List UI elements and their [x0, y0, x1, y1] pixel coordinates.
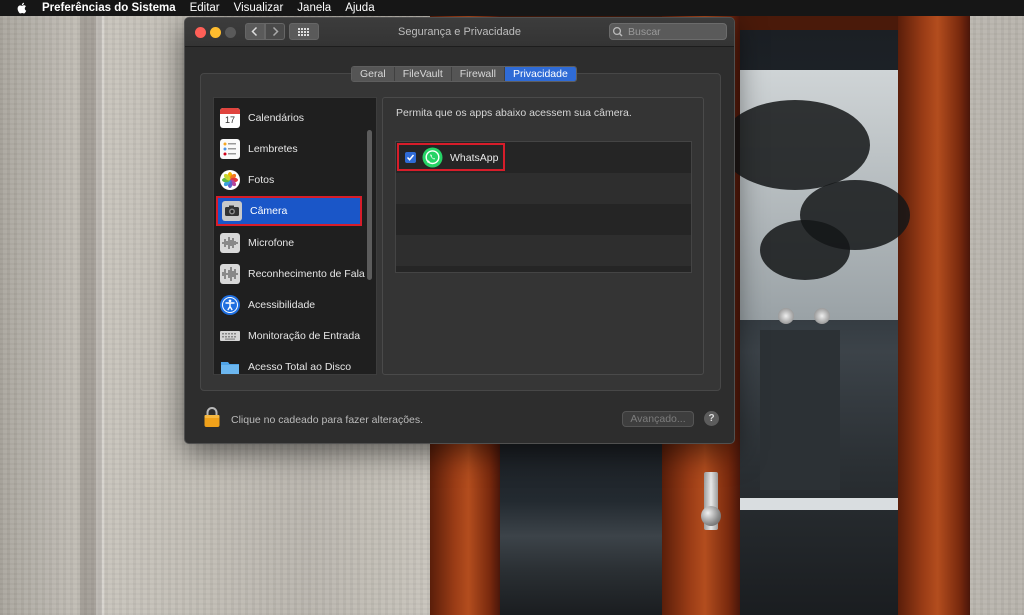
keyboard-icon — [220, 326, 240, 346]
sidebar-item-lembretes[interactable]: Lembretes — [214, 134, 364, 164]
sidebar-item-fotos[interactable]: Fotos — [214, 165, 364, 195]
camera-icon — [222, 201, 242, 221]
privacy-category-list[interactable]: 17 Calendários Lembretes Fotos Câmera Mi… — [213, 97, 377, 375]
sidebar-item-label: Fotos — [248, 174, 275, 186]
calendar-day: 17 — [224, 115, 235, 125]
sidebar-item-label: Reconhecimento de Fala — [248, 268, 365, 280]
microphone-icon — [220, 233, 240, 253]
sidebar-scrollbar[interactable] — [367, 130, 372, 280]
sidebar-item-calendarios[interactable]: 17 Calendários — [214, 103, 364, 133]
tab-filevault[interactable]: FileVault — [393, 67, 451, 81]
apple-logo-icon[interactable] — [14, 1, 30, 15]
grid-icon — [298, 28, 309, 36]
menu-visualizar[interactable]: Visualizar — [234, 2, 284, 14]
tab-firewall[interactable]: Firewall — [450, 67, 504, 81]
app-row-whatsapp[interactable]: WhatsApp — [396, 142, 691, 173]
advanced-button[interactable]: Avançado... — [622, 411, 694, 427]
tab-privacidade[interactable]: Privacidade — [503, 67, 576, 81]
calendar-icon: 17 — [220, 108, 240, 128]
permission-description: Permita que os apps abaixo acessem sua c… — [396, 107, 632, 119]
menu-bar: Preferências do Sistema Editar Visualiza… — [0, 0, 1024, 16]
empty-row — [396, 204, 691, 235]
sidebar-item-camera[interactable]: Câmera — [216, 196, 362, 226]
folder-icon — [220, 357, 240, 374]
chevron-left-icon — [251, 26, 258, 37]
search-field[interactable] — [609, 23, 727, 40]
back-button[interactable] — [245, 23, 265, 40]
menu-editar[interactable]: Editar — [190, 2, 220, 14]
search-input[interactable] — [626, 25, 724, 38]
zoom-window-button[interactable] — [225, 27, 236, 38]
show-all-button[interactable] — [289, 23, 319, 40]
sidebar-item-label: Microfone — [248, 237, 295, 249]
forward-button[interactable] — [265, 23, 285, 40]
sidebar-item-label: Calendários — [248, 112, 305, 124]
reminders-icon — [220, 139, 240, 159]
lock-hint-text: Clique no cadeado para fazer alterações. — [231, 414, 424, 426]
security-privacy-window: Segurança e Privacidade Geral FileVault … — [184, 17, 735, 444]
tab-geral[interactable]: Geral — [352, 67, 394, 81]
sidebar-item-microfone[interactable]: Microfone — [214, 228, 364, 258]
sidebar-item-label: Acessibilidade — [248, 299, 316, 311]
sidebar-item-label: Acesso Total ao Disco — [248, 361, 352, 373]
menu-janela[interactable]: Janela — [297, 2, 331, 14]
app-list: WhatsApp — [395, 141, 692, 273]
empty-row — [396, 173, 691, 204]
sidebar-item-monitoracao-de-entrada[interactable]: Monitoração de Entrada — [214, 321, 364, 351]
sidebar-item-acesso-total-ao-disco[interactable]: Acesso Total ao Disco — [214, 352, 364, 374]
lock-icon[interactable] — [203, 406, 221, 428]
highlight-box — [397, 143, 505, 171]
sidebar-item-label: Lembretes — [248, 143, 298, 155]
title-bar[interactable]: Segurança e Privacidade — [185, 18, 734, 47]
help-button[interactable]: ? — [704, 411, 719, 426]
accessibility-icon — [220, 295, 240, 315]
speech-recognition-icon — [220, 264, 240, 284]
menu-app-name[interactable]: Preferências do Sistema — [42, 2, 176, 14]
menu-ajuda[interactable]: Ajuda — [345, 2, 374, 14]
chevron-right-icon — [272, 26, 279, 37]
sidebar-item-label: Câmera — [250, 205, 288, 217]
tab-bar: Geral FileVault Firewall Privacidade — [351, 66, 577, 82]
sidebar-item-reconhecimento-de-fala[interactable]: Reconhecimento de Fala — [214, 259, 365, 289]
sidebar-item-acessibilidade[interactable]: Acessibilidade — [214, 290, 364, 320]
photos-icon — [220, 170, 240, 190]
minimize-window-button[interactable] — [210, 27, 221, 38]
search-icon — [612, 26, 623, 36]
empty-row — [396, 235, 691, 266]
camera-permissions-pane: Permita que os apps abaixo acessem sua c… — [382, 97, 704, 375]
close-window-button[interactable] — [195, 27, 206, 38]
sidebar-item-label: Monitoração de Entrada — [248, 330, 361, 342]
